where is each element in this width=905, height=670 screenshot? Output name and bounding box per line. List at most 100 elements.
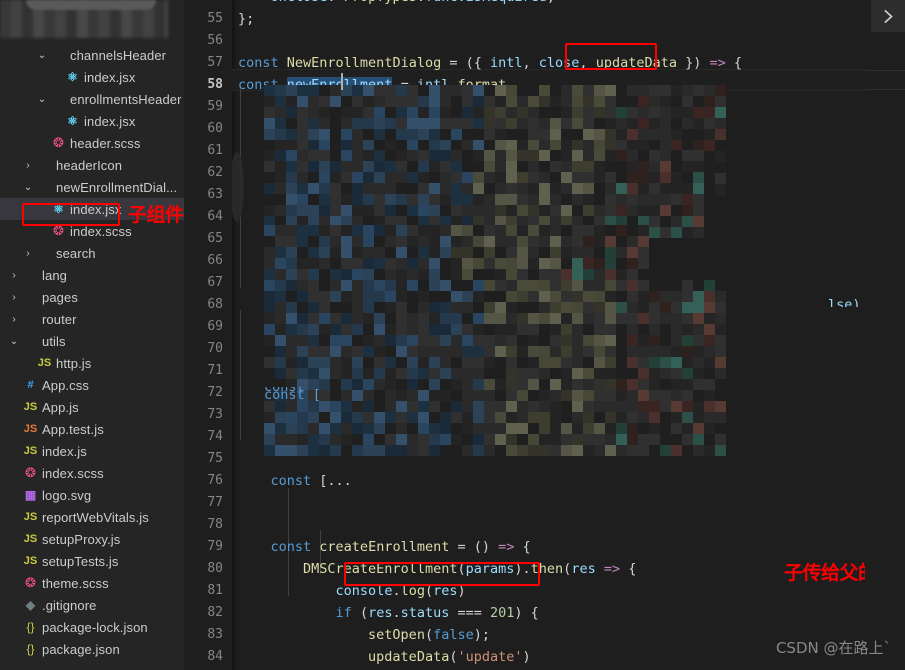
line-number: 69 (207, 319, 223, 334)
blurred-explorer-cap (26, 0, 156, 10)
code-line[interactable] (232, 30, 905, 52)
tree-item-theme-scss[interactable]: ›❂theme.scss (0, 572, 184, 594)
line-number: 77 (207, 495, 223, 510)
line-number: 56 (207, 33, 223, 48)
strip-divider (865, 89, 905, 90)
chevron-down-icon[interactable]: ⌄ (34, 50, 50, 61)
line-number: 80 (207, 561, 223, 576)
tree-item-router[interactable]: › router (0, 308, 184, 330)
svg-icon: ▦ (24, 488, 37, 502)
tree-item-app-js[interactable]: ›JSApp.js (0, 396, 184, 418)
tree-item-label: App.js (42, 399, 79, 415)
js-icon: JS (23, 511, 38, 523)
code-line[interactable]: if (res.status === 201) { (232, 602, 905, 624)
tree-item-search[interactable]: › search (0, 242, 184, 264)
blurred-code-block (264, 368, 726, 412)
react-icon: ⚛ (67, 70, 78, 84)
tree-item-index-jsx[interactable]: ›⚛index.jsx (0, 110, 184, 132)
tree-item-logo-svg[interactable]: ›▦logo.svg (0, 484, 184, 506)
code-editor[interactable]: onClose: PropTypes.func.isRequired,}; con… (232, 0, 905, 670)
json-icon: {} (26, 620, 35, 634)
json-icon: {} (26, 642, 35, 656)
tree-item-setuptests-js[interactable]: ›JSsetupTests.js (0, 550, 184, 572)
tree-item-setupproxy-js[interactable]: ›JSsetupProxy.js (0, 528, 184, 550)
line-number: 64 (207, 209, 223, 224)
tree-item-pages[interactable]: › pages (0, 286, 184, 308)
chevron-right-icon[interactable] (871, 0, 905, 32)
line-number: 76 (207, 473, 223, 488)
code-line[interactable]: const [... (232, 470, 905, 492)
tree-item--gitignore[interactable]: ›◆.gitignore (0, 594, 184, 616)
tree-item-label: index.jsx (84, 69, 136, 85)
react-icon: ⚛ (67, 114, 78, 128)
line-number: 74 (207, 429, 223, 444)
chevron-down-icon[interactable]: ⌄ (34, 94, 50, 105)
file-explorer-sidebar[interactable]: ⌄ header ⌄ channelsHeader › ⚛ index.jsx ⌄ enroll… (0, 0, 184, 670)
sass-icon: ❂ (53, 223, 64, 239)
tree-item-label: reportWebVitals.js (42, 509, 149, 525)
tree-item-label: setupTests.js (42, 553, 119, 569)
tree-item-label: header.scss (70, 135, 141, 151)
line-number: 72 (207, 385, 223, 400)
sass-icon: ❂ (25, 465, 36, 481)
tree-item-reportwebvitals-js[interactable]: ›JSreportWebVitals.js (0, 506, 184, 528)
line-number: 58 (207, 77, 223, 92)
tree-item-label: headerIcon (56, 157, 123, 173)
tree-item-label: App.css (42, 377, 89, 393)
sass-icon: ❂ (53, 135, 64, 151)
tree-item-headericon[interactable]: › headerIcon (0, 154, 184, 176)
tree-item-utils[interactable]: ⌄ utils (0, 330, 184, 352)
tree-item-app-css[interactable]: ›#App.css (0, 374, 184, 396)
line-number: 61 (207, 143, 223, 158)
tree-item-label: index.jsx (84, 113, 136, 129)
tree-item-label: channelsHeader (70, 47, 167, 63)
chevron-right-icon[interactable]: › (6, 270, 22, 281)
right-side-strip (865, 0, 905, 670)
blurred-code-block (264, 324, 726, 368)
chevron-down-icon[interactable]: ⌄ (6, 336, 22, 347)
code-line[interactable]: }; (232, 8, 905, 30)
tree-item-http-js[interactable]: ›JShttp.js (0, 352, 184, 374)
tree-item-package-lock-json[interactable]: ›{}package-lock.json (0, 616, 184, 638)
tree-item-index-scss[interactable]: ›❂index.scss (0, 462, 184, 484)
tree-item-channelsheader[interactable]: ⌄ channelsHeader (0, 44, 184, 66)
tree-item-package-json[interactable]: ›{}package.json (0, 638, 184, 660)
text-caret (341, 73, 343, 90)
line-number: 83 (207, 627, 223, 642)
tree-item-label: index.scss (70, 223, 132, 239)
code-line[interactable]: const NewEnrollmentDialog = ({ intl, clo… (232, 52, 905, 74)
code-line[interactable] (232, 492, 905, 514)
react-icon: ⚛ (53, 202, 64, 216)
editor-line-number-gutter: 54 55 56 57 58 59 60 61 62 63 64 65 66 67 68 69 70 71 72 73… (184, 0, 232, 670)
code-line[interactable]: onClose: PropTypes.func.isRequired, (232, 0, 905, 8)
line-number: 57 (207, 55, 223, 70)
tree-item-label: theme.scss (42, 575, 109, 591)
line-number: 65 (207, 231, 223, 246)
chevron-right-icon[interactable]: › (6, 292, 22, 303)
line-number: 54 (184, 0, 232, 8)
chevron-right-icon[interactable]: › (6, 314, 22, 325)
chevron-right-icon[interactable]: › (20, 160, 36, 171)
tree-item-enrollmentsheader[interactable]: ⌄ enrollmentsHeader (0, 88, 184, 110)
tree-item-newenrollmentdial-[interactable]: ⌄ newEnrollmentDial... (0, 176, 184, 198)
tree-item-label: router (42, 311, 77, 327)
chevron-down-icon[interactable]: ⌄ (20, 28, 36, 39)
line-number: 78 (207, 517, 223, 532)
tree-item-label: header (56, 26, 97, 41)
tree-item-label: newEnrollmentDial... (56, 179, 178, 195)
chevron-down-icon[interactable]: ⌄ (20, 182, 36, 193)
tree-item-app-test-js[interactable]: ›JSApp.test.js (0, 418, 184, 440)
code-line[interactable] (232, 514, 905, 536)
tree-item-lang[interactable]: › lang (0, 264, 184, 286)
chevron-right-icon[interactable]: › (20, 248, 36, 259)
line-number: 60 (207, 121, 223, 136)
tree-item-label: http.js (56, 355, 92, 371)
tree-item-index-js[interactable]: ›JSindex.js (0, 440, 184, 462)
tree-item-index-jsx[interactable]: ›⚛index.jsx (0, 66, 184, 88)
code-line[interactable]: const createEnrollment = () => { (232, 536, 905, 558)
line-number: 55 (207, 11, 223, 26)
tree-item-header-scss[interactable]: ›❂header.scss (0, 132, 184, 154)
sass-icon: ❂ (25, 575, 36, 591)
js-icon: JS (23, 533, 38, 545)
tree-item-label: enrollmentsHeader (70, 91, 182, 107)
